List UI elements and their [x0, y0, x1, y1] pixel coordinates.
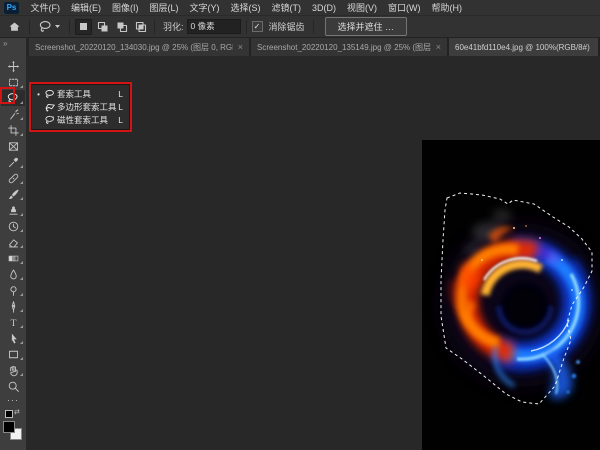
red-annotation-box-tool — [0, 87, 15, 104]
menu-help[interactable]: 帮助(H) — [426, 0, 468, 16]
spot-healing-brush-tool[interactable] — [1, 170, 25, 186]
photoshop-window: Ps 文件(F) 编辑(E) 图像(I) 图层(L) 文字(Y) 选择(S) 滤… — [0, 0, 600, 450]
document-tab-2[interactable]: Screenshot_20220120_135149.jpg @ 25% (图层… — [251, 38, 449, 56]
selected-bullet: • — [35, 90, 42, 99]
feather-label: 羽化: — [163, 20, 184, 33]
crop-tool[interactable] — [1, 122, 25, 138]
clone-stamp-tool[interactable] — [1, 202, 25, 218]
shortcut-key: L — [118, 115, 129, 125]
magnetic-lasso-icon — [42, 115, 57, 125]
document-image[interactable] — [422, 140, 600, 450]
menu-file[interactable]: 文件(F) — [25, 0, 66, 16]
new-selection-icon[interactable] — [75, 19, 92, 35]
menu-layer[interactable]: 图层(L) — [144, 0, 184, 16]
home-icon[interactable] — [5, 18, 24, 36]
toolbar-collapse-icon[interactable]: » — [0, 38, 26, 56]
menu-view[interactable]: 视图(V) — [342, 0, 383, 16]
fire-ice-swirl-artwork — [422, 140, 600, 450]
close-tab-icon[interactable]: × — [436, 42, 441, 52]
menu-window[interactable]: 窗口(W) — [383, 0, 427, 16]
foreground-color-swatch[interactable] — [3, 421, 15, 433]
separator — [313, 20, 314, 34]
menu-type[interactable]: 文字(Y) — [184, 0, 225, 16]
subtract-from-selection-icon[interactable] — [113, 19, 130, 35]
flyout-item-polygonal-lasso[interactable]: 多边形套索工具 L — [32, 101, 129, 114]
flyout-item-lasso[interactable]: • 套索工具 L — [32, 88, 129, 101]
close-tab-icon[interactable]: × — [238, 42, 243, 52]
type-tool[interactable]: T — [1, 314, 25, 330]
lasso-icon — [42, 89, 57, 99]
document-tab-bar: » Screenshot_20220120_134030.jpg @ 25% (… — [0, 38, 600, 56]
dodge-tool[interactable] — [1, 282, 25, 298]
history-brush-tool[interactable] — [1, 218, 25, 234]
flyout-item-magnetic-lasso[interactable]: 磁性套索工具 L — [32, 114, 129, 127]
magic-wand-tool[interactable] — [1, 106, 25, 122]
move-tool[interactable] — [1, 58, 25, 74]
eyedropper-tool[interactable] — [1, 154, 25, 170]
gradient-tool[interactable] — [1, 250, 25, 266]
options-bar: 羽化: 0 像素 ✓ 消除锯齿 选择并遮住 … — [0, 16, 600, 38]
edit-toolbar-icon[interactable]: ··· — [1, 394, 25, 406]
menu-3d[interactable]: 3D(D) — [307, 0, 342, 16]
tools-panel: T ··· ⇄ — [0, 56, 26, 450]
antialias-checkbox[interactable]: ✓ — [252, 21, 263, 32]
frame-tool[interactable] — [1, 138, 25, 154]
menu-filter[interactable]: 滤镜(T) — [266, 0, 307, 16]
pen-tool[interactable] — [1, 298, 25, 314]
svg-text:T: T — [10, 318, 16, 329]
path-selection-tool[interactable] — [1, 330, 25, 346]
selection-mode-group — [75, 19, 149, 35]
separator — [154, 20, 155, 34]
separator — [69, 20, 70, 34]
rectangle-tool[interactable] — [1, 346, 25, 362]
select-and-mask-button[interactable]: 选择并遮住 … — [325, 17, 408, 36]
shortcut-key: L — [118, 89, 129, 99]
menu-edit[interactable]: 编辑(E) — [66, 0, 107, 16]
separator — [29, 20, 30, 34]
feather-input[interactable]: 0 像素 — [187, 19, 241, 34]
lasso-tool-preset-icon[interactable] — [35, 18, 64, 36]
color-swatches — [3, 421, 23, 441]
brush-tool[interactable] — [1, 186, 25, 202]
shortcut-key: L — [118, 102, 129, 112]
menu-image[interactable]: 图像(I) — [107, 0, 145, 16]
menu-select[interactable]: 选择(S) — [225, 0, 266, 16]
antialias-label: 消除锯齿 — [269, 20, 305, 33]
menu-bar: Ps 文件(F) 编辑(E) 图像(I) 图层(L) 文字(Y) 选择(S) 滤… — [0, 0, 600, 16]
blur-tool[interactable] — [1, 266, 25, 282]
hand-tool[interactable] — [1, 362, 25, 378]
chevron-down-icon — [54, 24, 61, 29]
document-tab-1[interactable]: Screenshot_20220120_134030.jpg @ 25% (图层… — [29, 38, 251, 56]
add-to-selection-icon[interactable] — [94, 19, 111, 35]
eraser-tool[interactable] — [1, 234, 25, 250]
zoom-tool[interactable] — [1, 378, 25, 394]
document-tab-3[interactable]: 60e41bfd110e4.jpg @ 100%(RGB/8#) — [449, 38, 600, 56]
default-colors-icon[interactable]: ⇄ — [5, 408, 21, 419]
separator — [246, 20, 247, 34]
lasso-flyout-menu: • 套索工具 L 多边形套索工具 L 磁性套索工具 L — [31, 84, 130, 130]
intersect-selection-icon[interactable] — [132, 19, 149, 35]
swap-colors-icon[interactable]: ⇄ — [14, 408, 20, 416]
polygonal-lasso-icon — [42, 102, 57, 112]
photoshop-logo-icon: Ps — [4, 2, 19, 14]
